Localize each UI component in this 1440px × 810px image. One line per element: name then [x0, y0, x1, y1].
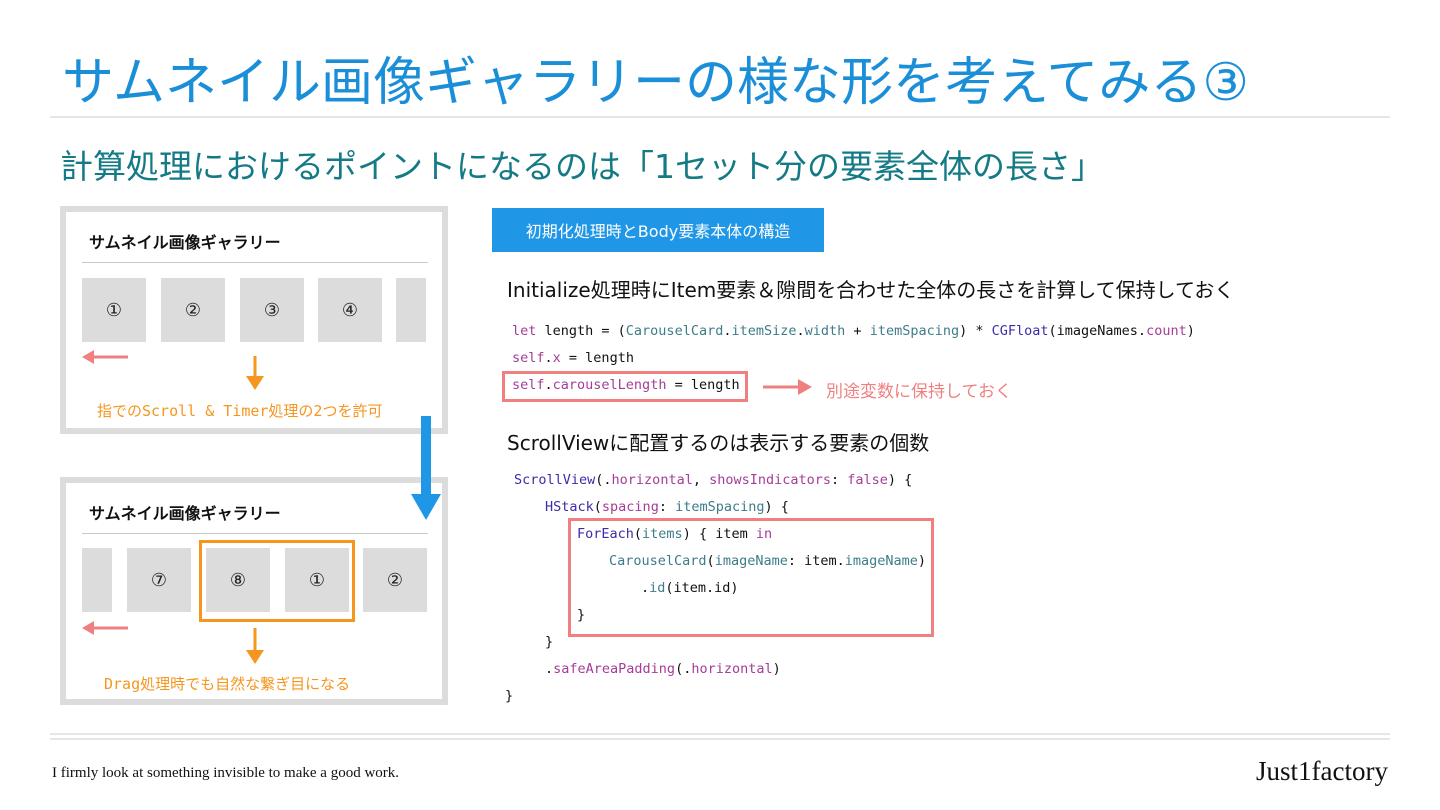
code-highlight-box — [502, 371, 748, 402]
right-arrow-icon — [763, 379, 812, 395]
annotation-text: 別途変数に保持しておく — [826, 382, 1012, 402]
explanation-text: Initialize処理時にItem要素＆隙間を合わせた全体の長さを計算して保持… — [507, 278, 1235, 302]
down-arrow-icon — [246, 356, 264, 390]
code-highlight-box — [568, 518, 934, 637]
arrow-overlay — [82, 350, 812, 664]
footer-divider — [50, 738, 1390, 740]
code-line: } — [505, 688, 514, 704]
code-line: self.x = length — [512, 350, 634, 366]
explanation-text: ScrollViewに配置するのは表示する要素の個数 — [507, 431, 930, 455]
transition-down-arrow-icon — [411, 416, 441, 520]
code-line: let length = (CarouselCard.itemSize.widt… — [512, 323, 1195, 339]
code-line: HStack(spacing: itemSpacing) { — [545, 499, 789, 515]
left-arrow-icon — [82, 621, 128, 635]
footer-tagline: I firmly look at something invisible to … — [52, 765, 400, 781]
section-tag: 初期化処理時とBody要素本体の構造 — [492, 208, 824, 252]
code-line: } — [545, 634, 554, 650]
footer-divider — [50, 733, 1390, 735]
left-arrow-icon — [82, 350, 128, 364]
footer-brand: Just1factory — [1256, 756, 1388, 786]
code-line: ScrollView(.horizontal, showsIndicators:… — [514, 472, 913, 488]
code-line: .safeAreaPadding(.horizontal) — [545, 661, 781, 677]
down-arrow-icon — [246, 628, 264, 664]
